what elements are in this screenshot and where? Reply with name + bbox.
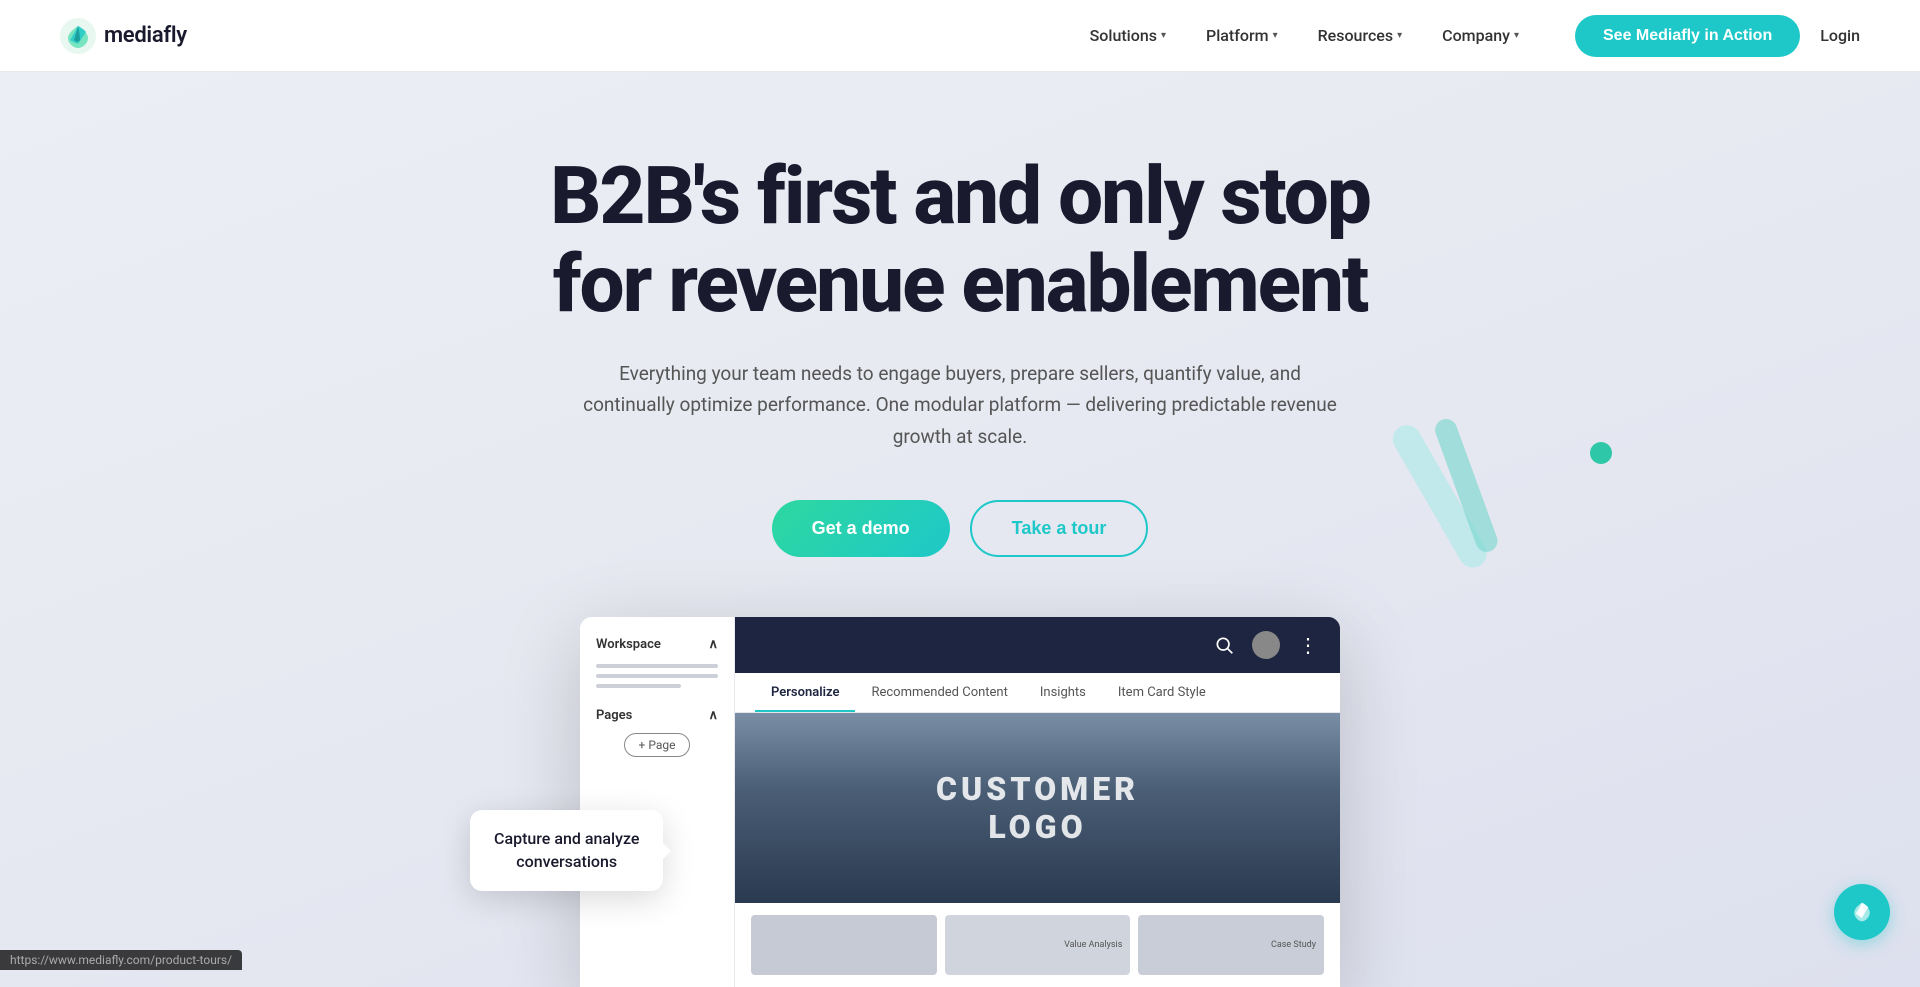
chevron-down-icon: ▾ (1273, 30, 1278, 41)
status-bar: https://www.mediafly.com/product-tours/ (0, 950, 242, 970)
thumbnail-item: Value Analysis (945, 915, 1131, 975)
content-line (596, 684, 681, 688)
nav-solutions[interactable]: Solutions ▾ (1074, 18, 1182, 53)
sidebar-content-lines (596, 664, 718, 688)
chevron-down-icon: ▾ (1397, 30, 1402, 41)
capture-tooltip: Capture and analyze conversations (470, 810, 663, 891)
thumbnail-label: Case Study (1271, 940, 1316, 950)
hero-title: B2B's first and only stop for revenue en… (510, 152, 1410, 328)
search-icon[interactable] (1210, 631, 1238, 659)
nav-company[interactable]: Company ▾ (1426, 18, 1535, 53)
see-mediafly-button[interactable]: See Mediafly in Action (1575, 15, 1800, 57)
navigation: mediafly Solutions ▾ Platform ▾ Resource… (0, 0, 1920, 72)
get-demo-button[interactable]: Get a demo (772, 500, 950, 557)
mediafly-logo-icon (60, 18, 96, 54)
chevron-up-icon: ∧ (708, 637, 718, 652)
nav-links: Solutions ▾ Platform ▾ Resources ▾ Compa… (1074, 18, 1535, 53)
content-line (596, 674, 718, 678)
hero-subtitle: Everything your team needs to engage buy… (580, 358, 1340, 452)
fab-icon (1848, 898, 1876, 926)
workspace-section: Workspace ∧ (596, 637, 718, 652)
app-preview: Workspace ∧ Pages ∧ + Page (570, 617, 1350, 987)
thumbnail-item (751, 915, 937, 975)
thumbnail-label: Value Analysis (1064, 940, 1122, 950)
tab-personalize[interactable]: Personalize (755, 673, 855, 712)
take-tour-button[interactable]: Take a tour (970, 500, 1149, 557)
decorative-dot (1590, 442, 1612, 464)
nav-actions: See Mediafly in Action Login (1575, 15, 1860, 57)
hero-buttons: Get a demo Take a tour (40, 500, 1880, 557)
thumbnail-item: Case Study (1138, 915, 1324, 975)
more-options-icon[interactable]: ⋮ (1294, 631, 1322, 659)
nav-resources[interactable]: Resources ▾ (1302, 18, 1419, 53)
chevron-down-icon: ▾ (1161, 30, 1166, 41)
app-main: ⋮ Personalize Recommended Content Insigh… (735, 617, 1340, 987)
tab-insights[interactable]: Insights (1024, 673, 1102, 712)
login-link[interactable]: Login (1820, 26, 1860, 45)
logo[interactable]: mediafly (60, 18, 187, 54)
tab-item-card-style[interactable]: Item Card Style (1102, 673, 1222, 712)
hero-image: CUSTOMERLOGO (735, 713, 1340, 903)
content-line (596, 664, 718, 668)
user-avatar (1252, 631, 1280, 659)
nav-platform[interactable]: Platform ▾ (1190, 18, 1294, 53)
logo-text: mediafly (104, 23, 187, 48)
hero-section: B2B's first and only stop for revenue en… (0, 72, 1920, 987)
app-topbar: ⋮ (735, 617, 1340, 673)
app-content: CUSTOMERLOGO Value Analysis Case Study (735, 713, 1340, 987)
app-tabs: Personalize Recommended Content Insights… (735, 673, 1340, 713)
tab-recommended-content[interactable]: Recommended Content (855, 673, 1023, 712)
app-sidebar: Workspace ∧ Pages ∧ + Page (580, 617, 735, 987)
pages-section: Pages ∧ (596, 708, 718, 723)
fab-logo-button[interactable] (1834, 884, 1890, 940)
app-window: Workspace ∧ Pages ∧ + Page (580, 617, 1340, 987)
chevron-down-icon: ▾ (1514, 30, 1519, 41)
chevron-up-icon: ∧ (708, 708, 718, 723)
add-page-button[interactable]: + Page (624, 733, 691, 757)
app-thumbnails: Value Analysis Case Study (735, 903, 1340, 987)
customer-logo-text: CUSTOMERLOGO (936, 770, 1139, 847)
